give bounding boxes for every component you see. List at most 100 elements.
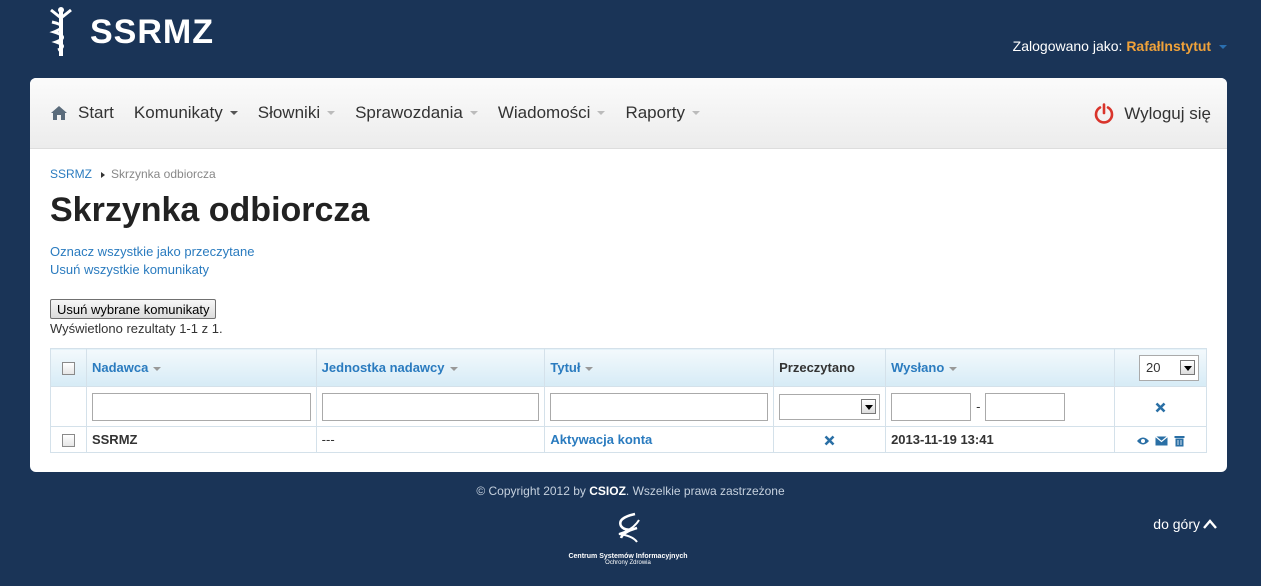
chevron-down-icon [469,111,478,115]
filter-date-to-input[interactable] [985,392,1066,421]
logout-button[interactable]: Wyloguj się [1093,78,1211,149]
col-jednostka[interactable]: Jednostka nadawcy [315,348,546,387]
to-top-label: do góry [1153,516,1200,532]
copyright-post: . Wszelkie prawa zastrzeżone [625,484,785,498]
home-icon [51,106,67,120]
logo[interactable]: SSRMZ [46,6,214,58]
back-to-top-link[interactable]: do góry [1153,516,1217,532]
logo-text: SSRMZ [90,12,214,51]
copyright-pre: © Copyright 2012 by [476,484,586,498]
col-nadawca[interactable]: Nadawca [85,348,317,387]
cell-sent-date: 2013-11-19 13:41 [885,426,1115,453]
filter-cell: - [885,386,1115,427]
filter-cell [544,386,775,427]
cell-read-status [773,426,887,453]
username-menu[interactable]: RafałInstytut [1126,38,1211,54]
trash-icon[interactable] [1174,435,1185,447]
delete-all-link[interactable]: Usuń wszystkie komunikaty [50,261,1207,279]
main-panel: Start Komunikaty Słowniki Sprawozdania W… [30,78,1227,472]
chevron-up-icon [1203,519,1217,529]
cell-unit: --- [315,426,546,453]
filter-jednostka-input[interactable] [321,392,540,421]
nav-komunikaty-label: Komunikaty [133,103,223,122]
caduceus-icon [49,7,72,56]
filter-nadawca-input[interactable] [91,392,311,421]
sort-icon [949,366,958,371]
col-label: Wysłano [891,360,945,375]
page-size-cell: 20 [1113,348,1208,387]
delete-selected-button[interactable]: Usuń wybrane komunikaty [50,299,217,319]
messages-table: Nadawca Jednostka nadawcy Tytuł Przeczyt… [50,348,1208,453]
csioz-line1: Centrum Systemów Informacyjnych [568,553,688,560]
filter-date-from-input[interactable] [891,392,972,421]
nav-raporty-label: Raporty [625,103,685,122]
filter-cell [315,386,546,427]
sort-icon [449,366,458,371]
col-label: Przeczytano [779,360,855,375]
chevron-down-icon[interactable] [1219,45,1227,50]
col-label: Tytuł [550,360,581,375]
date-range: - [891,392,1109,421]
cell-sender: SSRMZ [85,426,317,453]
clear-filter-icon[interactable] [1155,402,1166,413]
chevron-down-icon [691,111,700,115]
power-icon [1094,102,1114,124]
dropdown-arrow-icon [1179,360,1195,375]
filter-cell [1113,386,1208,427]
chevron-down-icon [229,111,238,115]
content: SSRMZ Skrzynka odbiorcza Skrzynka odbiorc… [30,167,1227,453]
page-size-select[interactable]: 20 [1138,354,1199,381]
breadcrumb-root-link[interactable]: SSRMZ [50,167,92,181]
page-size-value: 20 [1145,360,1161,375]
table-header-row: Nadawca Jednostka nadawcy Tytuł Przeczyt… [50,348,1208,387]
page-title: Skrzynka odbiorcza [50,191,370,229]
sort-icon [153,366,162,371]
result-info: Wyświetlono rezultaty 1-1 z 1. [50,321,223,336]
csioz-logo[interactable]: Centrum Systemów Informacyjnych Ochrony … [562,512,694,566]
user-bar: Zalogowano jako: RafałInstytut [1013,38,1227,54]
nav-slowniki[interactable]: Słowniki [257,103,336,123]
col-label: Nadawca [91,360,149,375]
nav-slowniki-label: Słowniki [257,103,321,122]
nav-wiadomosci-label: Wiadomości [497,103,591,122]
nav-raporty[interactable]: Raporty [625,103,700,123]
row-select-cell [50,426,87,453]
logout-label: Wyloguj się [1124,103,1211,123]
dropdown-arrow-icon [861,399,877,414]
chevron-down-icon [597,111,606,115]
bulk-actions: Oznacz wszystkie jako przeczytane Usuń w… [50,243,1207,279]
breadcrumb: SSRMZ Skrzynka odbiorcza [50,167,1207,181]
unread-cross-icon [824,435,835,446]
envelope-icon[interactable] [1155,435,1169,446]
chevron-down-icon [327,111,336,115]
nav-wiadomosci[interactable]: Wiadomości [498,103,606,123]
select-all-cell [50,348,87,387]
table-row: SSRMZ --- Aktywacja konta 2013-11-19 13:… [50,426,1208,453]
col-wyslano[interactable]: Wysłano [885,348,1115,387]
navbar: Start Komunikaty Słowniki Sprawozdania W… [30,78,1227,149]
nav-sprawozdania[interactable]: Sprawozdania [355,103,478,123]
filter-empty-cell [50,386,87,427]
message-title-link[interactable]: Aktywacja konta [544,426,775,453]
col-przeczytano: Przeczytano [773,348,887,387]
csioz-line2: Ochrony Zdrowia [605,560,651,566]
copyright-org: CSIOZ [589,484,626,498]
filter-cell [85,386,317,427]
copyright: © Copyright 2012 by CSIOZ. Wszelkie praw… [0,484,1261,498]
breadcrumb-current: Skrzynka odbiorcza [111,167,216,181]
select-all-checkbox[interactable] [61,362,75,376]
filter-przeczytano-select[interactable] [779,393,881,420]
filter-tytul-input[interactable] [550,392,769,421]
date-separator: - [976,399,981,414]
sort-icon [585,366,594,371]
col-tytul[interactable]: Tytuł [544,348,775,387]
mark-all-read-link[interactable]: Oznacz wszystkie jako przeczytane [50,243,1207,261]
nav-start-label: Start [78,103,114,122]
nav-start[interactable]: Start [50,103,114,123]
nav-komunikaty[interactable]: Komunikaty [134,103,238,123]
filter-row: - [50,386,1208,427]
logged-as-label: Zalogowano jako: [1012,38,1123,54]
row-checkbox[interactable] [61,434,75,448]
nav-sprawozdania-label: Sprawozdania [355,103,463,122]
eye-icon[interactable] [1136,436,1150,446]
